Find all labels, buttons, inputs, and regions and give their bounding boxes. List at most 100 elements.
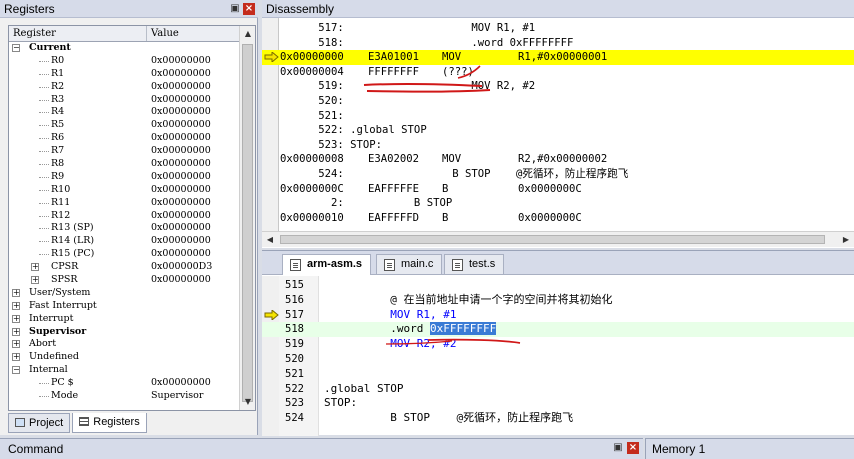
column-header-value[interactable]: Value [147, 26, 240, 41]
expand-icon[interactable]: + [12, 327, 20, 336]
tab-test-s[interactable]: test.s [444, 254, 505, 274]
disassembly-instruction-line[interactable]: 0x00000010 EAFFFFFD B 0x0000000C [262, 211, 854, 226]
register-row[interactable]: R2 0x00000000 [9, 81, 255, 94]
register-row[interactable]: PC $ 0x00000000 [9, 377, 255, 390]
disassembly-source-line[interactable]: 517: MOV R1, #1 [262, 21, 854, 36]
register-row[interactable]: R15 (PC) 0x00000000 [9, 248, 255, 261]
register-row[interactable]: Mode Supervisor [9, 390, 255, 403]
disassembly-source-line[interactable]: 519: MOV R2, #2 [262, 79, 854, 94]
scroll-left-icon[interactable]: ◀ [262, 232, 278, 248]
editor-line[interactable]: 522 .global STOP [262, 382, 854, 397]
editor-line[interactable]: 520 [262, 352, 854, 367]
register-row[interactable]: + Interrupt [9, 313, 255, 326]
register-row[interactable]: R5 0x00000000 [9, 119, 255, 132]
column-header-register[interactable]: Register [9, 26, 147, 41]
register-value[interactable]: 0x00000000 [151, 145, 211, 158]
register-row[interactable]: R10 0x00000000 [9, 184, 255, 197]
register-value[interactable]: 0x00000000 [151, 132, 211, 145]
register-value[interactable]: 0x00000000 [151, 274, 211, 287]
editor-line[interactable]: 524 B STOP @死循环，防止程序跑飞 [262, 411, 854, 426]
editor-line[interactable]: 518 .word 0xFFFFFFFF [262, 322, 854, 338]
disassembly-source-line[interactable]: 522: .global STOP [262, 123, 854, 138]
register-row[interactable]: + SPSR 0x00000000 [9, 274, 255, 287]
registers-scrollbar[interactable]: ▲ ▼ [239, 26, 255, 410]
pin-icon[interactable]: ▣ [229, 3, 241, 15]
register-value[interactable]: 0x00000000 [151, 210, 211, 223]
register-row[interactable]: + Undefined [9, 351, 255, 364]
editor-line[interactable]: 517 MOV R1, #1 [262, 308, 854, 323]
expand-icon[interactable]: + [12, 314, 20, 323]
scroll-down-icon[interactable]: ▼ [240, 394, 255, 410]
register-value[interactable]: 0x00000000 [151, 158, 211, 171]
register-row[interactable]: R14 (LR) 0x00000000 [9, 235, 255, 248]
register-row[interactable]: R4 0x00000000 [9, 106, 255, 119]
pin-icon[interactable]: ▣ [612, 442, 624, 454]
disassembly-source-line[interactable]: 2: B STOP [262, 196, 854, 211]
register-value[interactable]: 0x00000000 [151, 222, 211, 235]
register-value[interactable]: 0x00000000 [151, 197, 211, 210]
register-value[interactable]: 0x00000000 [151, 55, 211, 68]
register-value[interactable]: 0x00000000 [151, 119, 211, 132]
disassembly-instruction-line[interactable]: 0x00000004 FFFFFFFF (???) [262, 65, 854, 80]
register-row[interactable]: + CPSR 0x000000D3 [9, 261, 255, 274]
close-icon[interactable]: × [243, 3, 255, 15]
scroll-thumb[interactable] [242, 44, 253, 402]
register-value[interactable]: 0x00000000 [151, 106, 211, 119]
tab-arm-asm[interactable]: arm-asm.s [282, 254, 372, 275]
expand-icon[interactable]: + [12, 340, 20, 349]
disassembly-instruction-line[interactable]: 0x0000000C EAFFFFFE B 0x0000000C [262, 182, 854, 197]
disassembly-body[interactable]: 517: MOV R1, #1 518: .word 0xFFFFFFFF 0x0… [262, 18, 854, 231]
editor-line[interactable]: 519 MOV R2, #2 [262, 337, 854, 352]
register-row[interactable]: − Internal [9, 364, 255, 377]
register-value[interactable]: 0x00000000 [151, 184, 211, 197]
close-icon[interactable]: × [627, 442, 639, 454]
editor-line[interactable]: 516 @ 在当前地址申请一个字的空间并将其初始化 [262, 293, 854, 308]
disassembly-instruction-line[interactable]: 0x00000000 E3A01001 MOV R1,#0x00000001 [262, 50, 854, 65]
expand-icon[interactable]: + [12, 288, 20, 297]
register-row[interactable]: R11 0x00000000 [9, 197, 255, 210]
register-value[interactable]: 0x00000000 [151, 248, 211, 261]
register-value[interactable]: 0x00000000 [151, 68, 211, 81]
disassembly-source-line[interactable]: 523: STOP: [262, 138, 854, 153]
disassembly-source-line[interactable]: 524: B STOP @死循环，防止程序跑飞 [262, 167, 854, 182]
register-row[interactable]: − Current [9, 42, 255, 55]
scroll-right-icon[interactable]: ▶ [838, 232, 854, 248]
tab-main-c[interactable]: main.c [376, 254, 443, 274]
register-row[interactable]: R0 0x00000000 [9, 55, 255, 68]
expand-icon[interactable]: + [12, 353, 20, 362]
register-row[interactable]: + Abort [9, 338, 255, 351]
register-row[interactable]: R3 0x00000000 [9, 94, 255, 107]
disassembly-source-line[interactable]: 520: [262, 94, 854, 109]
register-row[interactable]: R7 0x00000000 [9, 145, 255, 158]
register-value[interactable]: 0x00000000 [151, 235, 211, 248]
register-value[interactable]: 0x00000000 [151, 171, 211, 184]
register-row[interactable]: R12 0x00000000 [9, 210, 255, 223]
editor-line[interactable]: 521 [262, 367, 854, 382]
register-row[interactable]: + User/System [9, 287, 255, 300]
register-value[interactable]: 0x00000000 [151, 377, 211, 390]
editor-body[interactable]: 515 516 @ 在当前地址申请一个字的空间并将其初始化 517 MOV R1, … [262, 276, 854, 436]
scroll-up-icon[interactable]: ▲ [240, 26, 255, 42]
expand-icon[interactable]: + [31, 276, 39, 285]
register-row[interactable]: R9 0x00000000 [9, 171, 255, 184]
register-value[interactable]: 0x00000000 [151, 81, 211, 94]
collapse-icon[interactable]: − [12, 366, 20, 375]
tab-project[interactable]: Project [8, 413, 71, 433]
register-value[interactable]: Supervisor [151, 390, 203, 403]
disassembly-hscrollbar[interactable]: ◀ ▶ [262, 231, 854, 247]
expand-icon[interactable]: + [12, 301, 20, 310]
editor-line[interactable]: 523 STOP: [262, 396, 854, 411]
register-row[interactable]: R6 0x00000000 [9, 132, 255, 145]
collapse-icon[interactable]: − [12, 44, 20, 52]
register-row[interactable]: + Fast Interrupt [9, 300, 255, 313]
register-row[interactable]: R8 0x00000000 [9, 158, 255, 171]
register-row[interactable]: + Supervisor [9, 326, 255, 339]
register-row[interactable]: R13 (SP) 0x00000000 [9, 222, 255, 235]
expand-icon[interactable]: + [31, 263, 39, 272]
registers-tree[interactable]: Register Value − Current R0 0x00000000 R1 0x0… [8, 25, 256, 411]
disassembly-source-line[interactable]: 521: [262, 109, 854, 124]
hscroll-thumb[interactable] [280, 235, 825, 244]
register-value[interactable]: 0x00000000 [151, 94, 211, 107]
disassembly-instruction-line[interactable]: 0x00000008 E3A02002 MOV R2,#0x00000002 [262, 152, 854, 167]
editor-line[interactable]: 515 [262, 278, 854, 293]
